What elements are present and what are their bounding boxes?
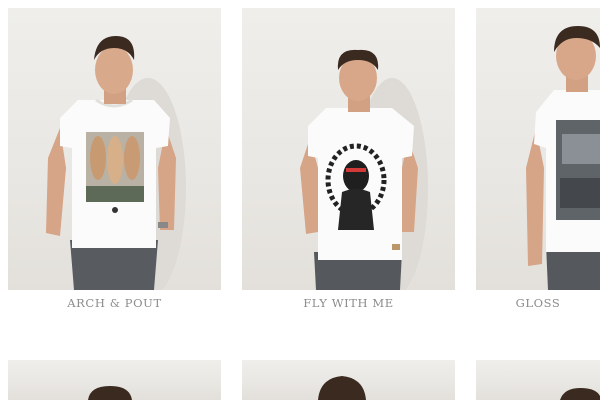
product-grid: ARCH & POUT FLY WITH ME GLOSS	[0, 0, 600, 400]
model-in-tshirt-image	[300, 49, 428, 290]
product-photo[interactable]	[8, 8, 221, 290]
product-card-gloss[interactable]: GLOSS	[476, 8, 600, 318]
product-photo[interactable]	[242, 360, 455, 400]
product-card-fly-with-me[interactable]: FLY WITH ME	[242, 8, 455, 318]
product-name-label[interactable]: GLOSS	[414, 296, 600, 310]
product-photo[interactable]	[8, 360, 221, 400]
model-in-tshirt-image	[526, 26, 600, 290]
product-photo[interactable]	[476, 8, 600, 290]
product-card-arch-and-pout[interactable]: ARCH & POUT	[8, 8, 221, 318]
product-card[interactable]	[8, 360, 221, 400]
model-head-image	[88, 386, 132, 400]
product-card[interactable]	[242, 360, 455, 400]
model-in-tshirt-image	[46, 36, 186, 290]
model-head-image	[318, 376, 366, 400]
model-head-image	[560, 388, 600, 400]
product-photo[interactable]	[242, 8, 455, 290]
product-card[interactable]	[476, 360, 600, 400]
product-name-label[interactable]: ARCH & POUT	[8, 296, 221, 310]
product-photo[interactable]	[476, 360, 600, 400]
